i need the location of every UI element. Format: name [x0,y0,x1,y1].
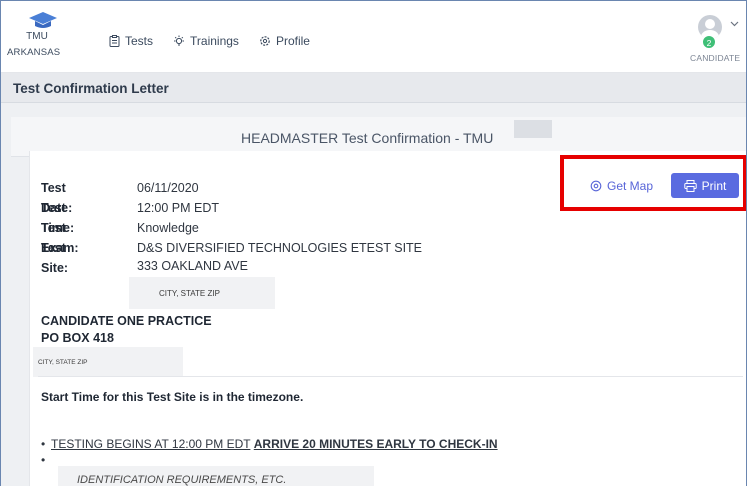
main-nav: Tests Trainings Profile [109,34,310,48]
instruction-emphasis: ARRIVE 20 MINUTES EARLY TO CHECK-IN [253,437,498,451]
map-pin-icon [590,180,602,192]
app-window: TMU ARKANSAS Tests Trainings Profile 2 C… [0,0,747,486]
instructions-list: TESTING BEGINS AT 12:00 PM EDT ARRIVE 20… [41,434,498,486]
card-title: HEADMASTER Test Confirmation - TMU [241,130,494,146]
printer-icon [683,179,697,192]
test-site-value: D&S DIVERSIFIED TECHNOLOGIES ETEST SITE [137,241,423,255]
site-city: CITY, STATE ZIP [159,289,220,298]
site-address: 333 OAKLAND AVE [137,259,248,273]
page-header: Test Confirmation Letter [1,73,746,103]
graduation-cap-icon [29,12,57,28]
chevron-down-icon[interactable] [730,21,739,27]
top-nav: TMU ARKANSAS Tests Trainings Profile 2 C… [1,1,746,73]
brand-state: ARKANSAS [7,47,61,58]
site-city-block: CITY, STATE ZIP [129,277,275,309]
content-area: HEADMASTER Test Confirmation - TMU Test … [1,103,746,486]
confirmation-card: Test Date: 06/11/2020 Test Time: 12:00 P… [29,151,746,486]
list-item: TESTING BEGINS AT 12:00 PM EDT ARRIVE 20… [41,434,498,454]
candidate-address: PO BOX 418 [41,331,114,345]
gear-icon [260,36,270,46]
nav-profile-label: Profile [275,34,310,48]
candidate-city: CITY, STATE ZIP [38,359,88,366]
page-title: Test Confirmation Letter [13,81,169,96]
user-role: CANDIDATE [690,53,741,63]
test-exam-value: Knowledge [137,221,199,235]
get-map-button[interactable]: Get Map [590,175,653,197]
nav-trainings-label: Trainings [190,34,239,48]
nav-trainings[interactable]: Trainings [173,34,239,48]
notification-badge: 2 [702,35,716,49]
nav-tests[interactable]: Tests [109,34,153,48]
lightbulb-icon [174,35,185,46]
divider [38,376,743,377]
redacted-block [514,120,552,138]
test-time-value: 12:00 PM EDT [137,201,219,215]
brand[interactable]: TMU [13,11,73,42]
get-map-label: Get Map [607,179,654,193]
id-requirements: IDENTIFICATION REQUIREMENTS, ETC. [77,474,287,486]
print-label: Print [701,178,727,193]
nav-profile[interactable]: Profile [259,34,310,48]
nav-tests-label: Tests [125,34,154,48]
candidate-city-block: CITY, STATE ZIP [33,347,183,377]
clipboard-icon [109,35,120,47]
list-item: IDENTIFICATION REQUIREMENTS, ETC. [41,453,498,486]
print-button[interactable]: Print [671,173,739,198]
test-date-value: 06/11/2020 [137,181,199,195]
candidate-name: CANDIDATE ONE PRACTICE [41,314,212,328]
start-time-note: Start Time for this Test Site is in the … [41,390,304,404]
test-site-label: Test Site: [41,241,69,275]
id-requirements-block: IDENTIFICATION REQUIREMENTS, ETC. [58,466,374,486]
instruction-text: TESTING BEGINS AT 12:00 PM EDT [51,437,251,451]
user-menu[interactable]: 2 CANDIDATE [690,15,746,65]
brand-name: TMU [26,31,48,42]
candidate-info: CANDIDATE ONE PRACTICE PO BOX 418 [41,313,212,347]
